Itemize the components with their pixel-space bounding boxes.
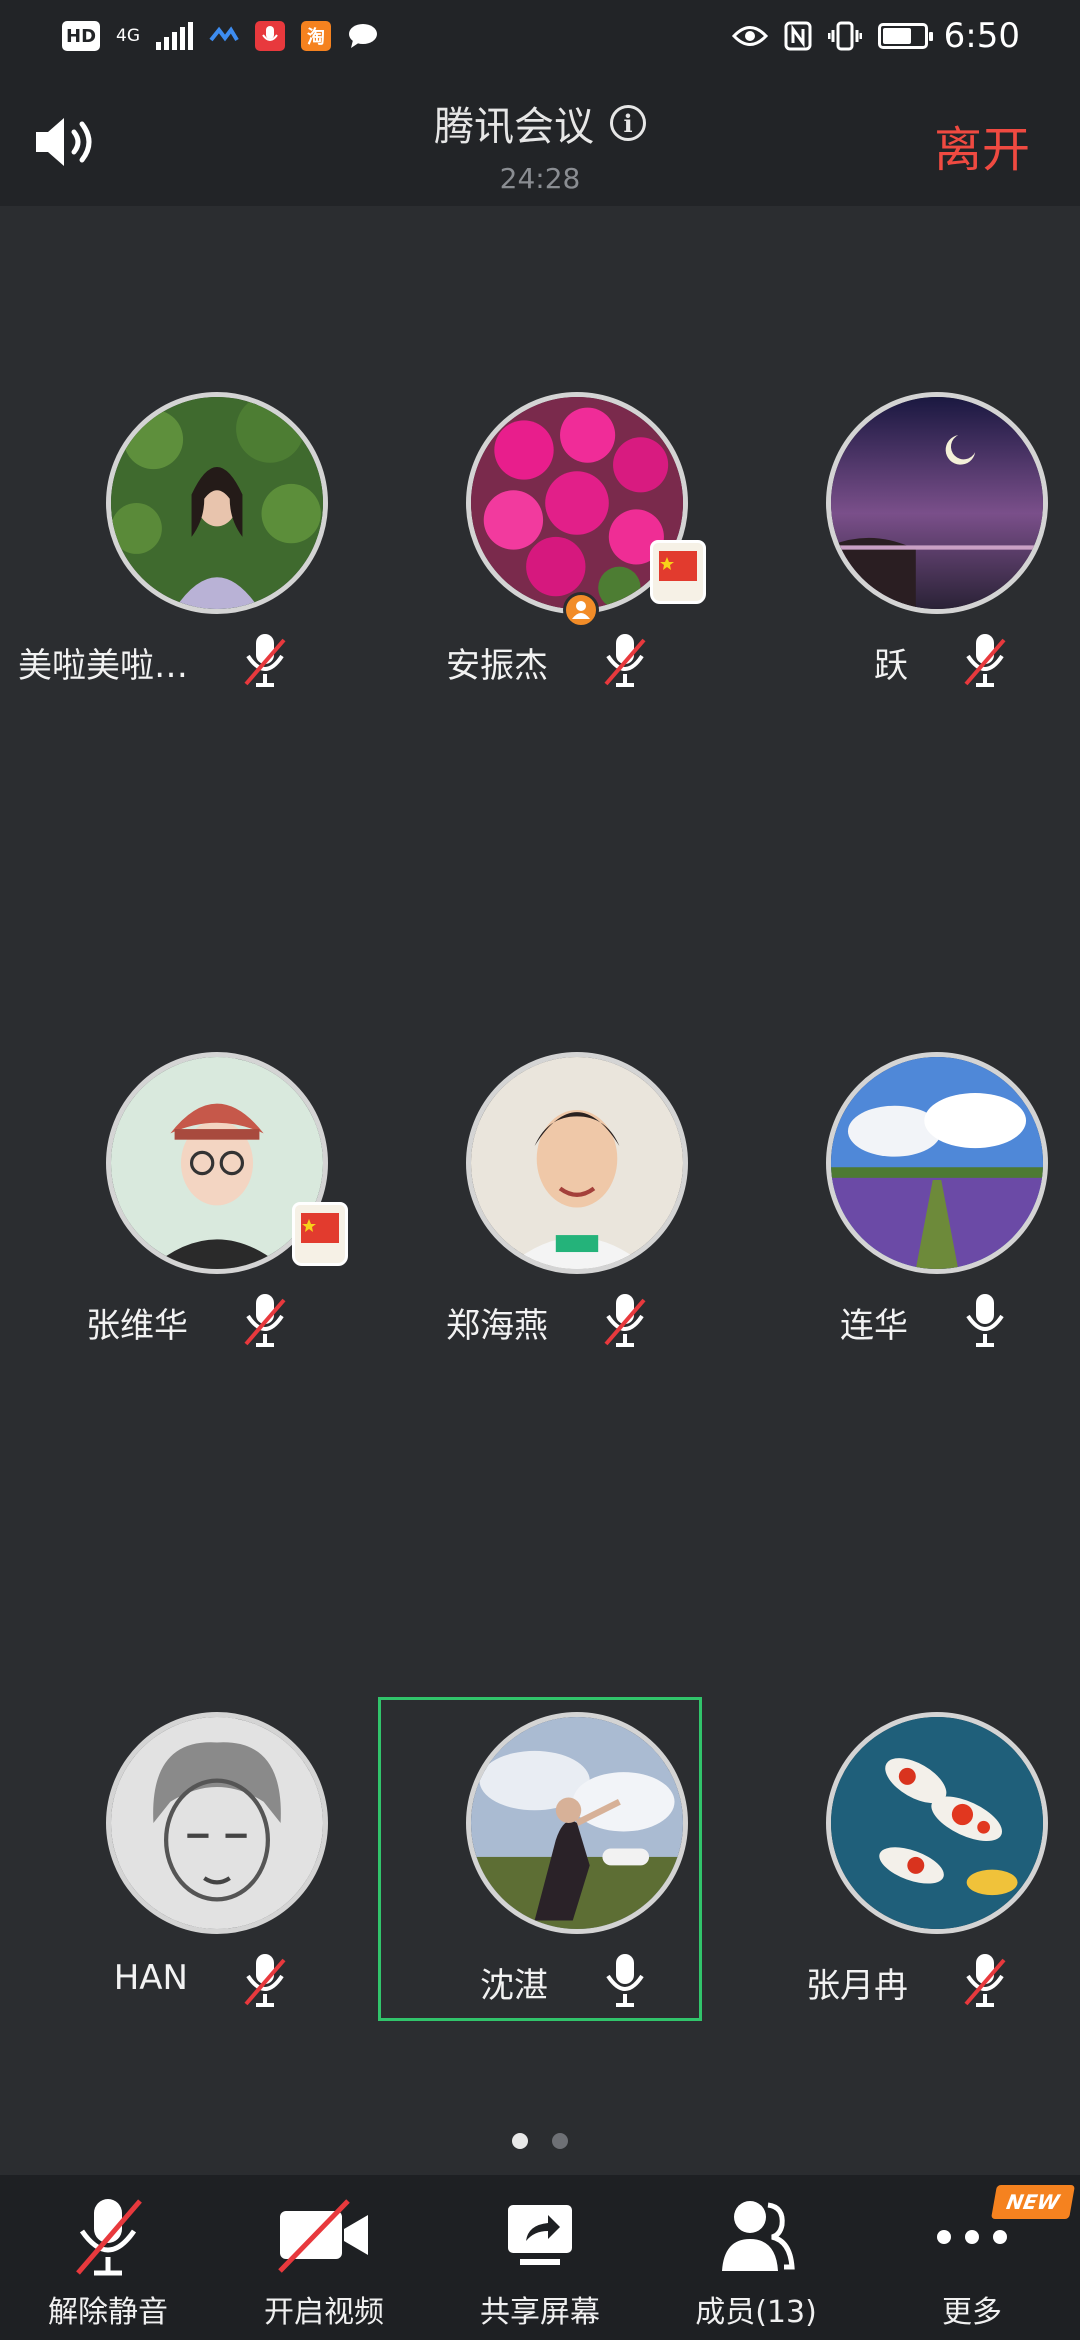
meeting-header: 腾讯会议 i 24:28 离开 [0, 72, 1080, 206]
clock: 6:50 [943, 16, 1020, 56]
mic-app-icon [255, 21, 286, 51]
mic-muted-icon [964, 1954, 1006, 2007]
chat-icon [349, 24, 378, 48]
participant-tile[interactable]: 安振杰 [360, 392, 720, 722]
eye-icon [731, 26, 768, 46]
participant-avatar [826, 392, 1048, 614]
mic-icon [966, 1294, 1004, 1347]
participant-tile[interactable]: 跃 [720, 392, 1080, 722]
meeting-title[interactable]: 腾讯会议 i [434, 94, 646, 152]
participant-tile[interactable]: 郑海燕 [360, 1052, 720, 1382]
participant-name: HAN [113, 1958, 188, 1998]
battery-icon [877, 23, 933, 49]
page-indicator[interactable] [0, 2133, 1080, 2149]
participant-avatar [106, 392, 328, 614]
nfc-icon [784, 21, 812, 51]
taobao-app-icon: 淘 [301, 21, 332, 51]
mic-muted-icon [604, 634, 646, 687]
participant-name: 跃 [874, 646, 908, 686]
host-icon [563, 592, 599, 628]
app-icon [209, 26, 239, 42]
flag-icon [650, 540, 706, 604]
vibrate-icon [827, 21, 862, 51]
participant-avatar [466, 1052, 688, 1274]
meeting-toolbar: 解除静音 开启视频 共享屏幕 成员(13) NEW 更多 [0, 2175, 1080, 2340]
unmute-button[interactable]: 解除静音 [0, 2175, 216, 2340]
new-badge: NEW [991, 2185, 1075, 2219]
start-video-label: 开启视频 [264, 2295, 384, 2330]
network-type-label: 4G [116, 26, 141, 46]
members-button[interactable]: 成员(13) [648, 2175, 864, 2340]
mic-muted-icon [244, 1294, 286, 1347]
meeting-title-text: 腾讯会议 [434, 104, 594, 150]
meeting-duration: 24:28 [499, 162, 581, 195]
share-screen-icon [508, 2205, 572, 2265]
signal-icon [156, 22, 194, 50]
page-dot-1[interactable] [512, 2133, 528, 2149]
flag-icon [292, 1202, 348, 1266]
more-label: 更多 [942, 2295, 1002, 2330]
participant-name: 美啦美啦… [18, 646, 188, 686]
participant-tile[interactable]: 张月冉 [720, 1712, 1080, 2042]
participant-name: 张月冉 [806, 1966, 908, 2006]
participant-avatar [826, 1712, 1048, 1934]
participant-tile[interactable]: HAN [0, 1712, 360, 2042]
start-video-button[interactable]: 开启视频 [216, 2175, 432, 2340]
members-label: 成员(13) [695, 2295, 817, 2330]
participant-tile[interactable]: 美啦美啦… [0, 392, 360, 722]
participant-tile[interactable]: 连华 [720, 1052, 1080, 1382]
participant-name: 安振杰 [446, 646, 548, 686]
leave-button[interactable]: 离开 [934, 110, 1030, 180]
participant-name: 连华 [840, 1306, 908, 1346]
mic-muted-icon [76, 2199, 142, 2276]
mic-muted-icon [604, 1294, 646, 1347]
page-dot-2[interactable] [552, 2133, 568, 2149]
share-screen-label: 共享屏幕 [480, 2295, 600, 2330]
participant-avatar [826, 1052, 1048, 1274]
status-bar: HD 4G 淘 6:50 [0, 0, 1080, 72]
mic-muted-icon [964, 634, 1006, 687]
unmute-label: 解除静音 [48, 2295, 168, 2330]
participant-tile[interactable]: 张维华 [0, 1052, 360, 1382]
hd-icon: HD [62, 21, 101, 51]
mic-muted-icon [244, 1954, 286, 2007]
video-off-icon [278, 2199, 368, 2273]
more-button[interactable]: NEW 更多 [864, 2175, 1080, 2340]
share-screen-button[interactable]: 共享屏幕 [432, 2175, 648, 2340]
members-icon [722, 2201, 795, 2271]
info-icon[interactable]: i [610, 105, 646, 141]
mic-muted-icon [244, 634, 286, 687]
participant-name: 张维华 [86, 1306, 188, 1346]
participant-name: 郑海燕 [446, 1306, 548, 1346]
active-speaker-frame [378, 1697, 702, 2021]
participant-avatar [106, 1712, 328, 1934]
